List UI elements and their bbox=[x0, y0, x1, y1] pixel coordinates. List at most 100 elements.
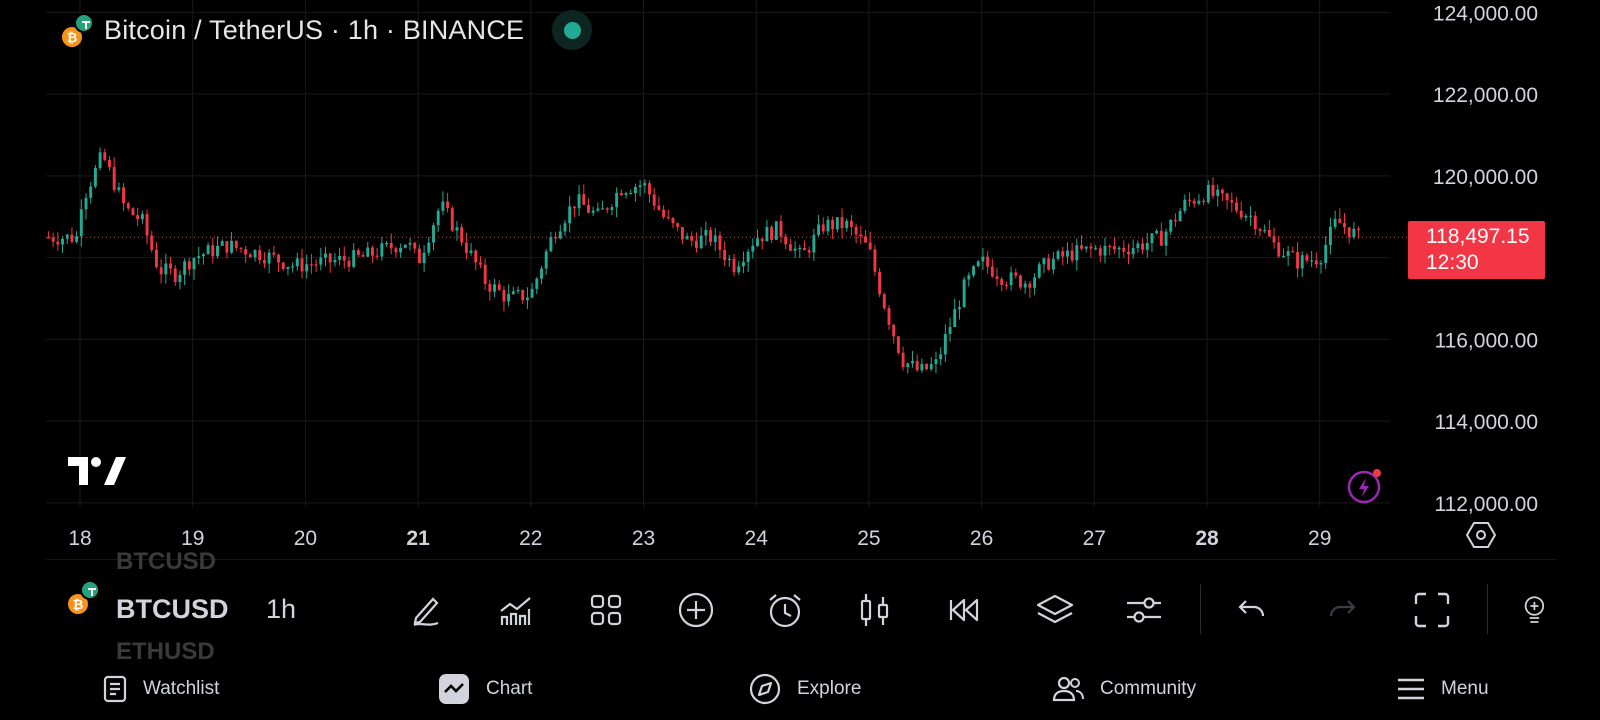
candle-body bbox=[1089, 246, 1093, 249]
candle-body bbox=[183, 261, 187, 275]
chart-settings-icon[interactable] bbox=[1466, 520, 1496, 550]
add-icon[interactable] bbox=[676, 590, 716, 630]
candle-body bbox=[1211, 184, 1215, 196]
candle-body bbox=[643, 183, 647, 186]
candle-body bbox=[911, 361, 914, 364]
candle-body bbox=[469, 250, 473, 253]
candle-body bbox=[666, 216, 670, 219]
indicators-icon[interactable] bbox=[496, 590, 536, 630]
alert-clock-icon[interactable] bbox=[765, 590, 805, 630]
candle-body bbox=[544, 251, 548, 269]
candle-body bbox=[126, 203, 130, 209]
candle-body bbox=[225, 241, 229, 253]
symbol-current[interactable]: BTCUSD bbox=[116, 594, 229, 625]
settings-sliders-icon[interactable] bbox=[1124, 590, 1164, 630]
nav-community[interactable]: Community bbox=[1052, 657, 1196, 720]
candle-body bbox=[1192, 200, 1196, 204]
candle-body bbox=[380, 243, 384, 257]
candle-body bbox=[403, 244, 407, 248]
pair-icon-small: ₿ bbox=[68, 580, 102, 614]
timeframe-button[interactable]: 1h bbox=[266, 594, 296, 625]
candle-body bbox=[760, 238, 764, 242]
candle-body bbox=[704, 230, 708, 236]
candle-body bbox=[511, 291, 515, 295]
candle-body bbox=[497, 284, 501, 291]
candle-body bbox=[986, 256, 990, 267]
compass-icon bbox=[749, 673, 781, 704]
y-axis-tick-label: 122,000.00 bbox=[1433, 84, 1538, 107]
candle-body bbox=[1145, 242, 1149, 250]
candle-body bbox=[1023, 283, 1027, 288]
candle-body bbox=[1150, 233, 1154, 243]
symbol-prev[interactable]: BTCUSD bbox=[116, 548, 216, 576]
candle-body bbox=[230, 240, 234, 253]
candle-body bbox=[516, 290, 520, 292]
candle-body bbox=[1042, 258, 1046, 265]
candle-body bbox=[1117, 247, 1121, 250]
candle-body bbox=[525, 297, 529, 301]
candle-body bbox=[1028, 283, 1032, 288]
candle-body bbox=[197, 256, 201, 259]
candle-body bbox=[732, 258, 736, 273]
candle-body bbox=[929, 364, 933, 370]
candle-body bbox=[1291, 251, 1295, 253]
layouts-icon[interactable] bbox=[586, 590, 626, 630]
candle-body bbox=[239, 247, 243, 250]
candle-body bbox=[436, 210, 440, 226]
fullscreen-icon[interactable] bbox=[1412, 590, 1452, 630]
layers-icon[interactable] bbox=[1035, 590, 1075, 630]
candle-body bbox=[347, 260, 351, 267]
candle-body bbox=[493, 284, 497, 292]
y-axis-tick-label: 124,000.00 bbox=[1433, 2, 1538, 25]
candle-body bbox=[793, 248, 797, 251]
candle-body bbox=[652, 194, 656, 206]
ideas-icon[interactable] bbox=[1520, 590, 1552, 630]
candle-body bbox=[925, 363, 929, 370]
candle-body bbox=[756, 238, 759, 246]
replay-icon[interactable] bbox=[945, 590, 985, 630]
draw-pencil-icon[interactable] bbox=[406, 590, 446, 630]
candle-body bbox=[859, 234, 863, 237]
x-axis-tick-label: 20 bbox=[294, 527, 317, 550]
candle-body bbox=[882, 294, 886, 309]
candle-body bbox=[61, 238, 64, 245]
candle-body bbox=[131, 208, 135, 216]
candle-body bbox=[676, 223, 680, 227]
candle-body bbox=[1310, 260, 1314, 262]
last-price-label: 118,497.15 12:30 bbox=[1408, 221, 1545, 280]
lightning-alert-icon[interactable] bbox=[1346, 467, 1384, 505]
nav-chart[interactable]: Chart bbox=[438, 657, 532, 720]
candle-body bbox=[211, 245, 215, 257]
nav-explore[interactable]: Explore bbox=[749, 657, 861, 720]
x-axis-tick-label: 21 bbox=[406, 527, 430, 550]
candle-body bbox=[324, 253, 327, 258]
symbol-title[interactable]: Bitcoin / TetherUS · 1h · BINANCE bbox=[104, 15, 524, 46]
candle-body bbox=[1122, 247, 1126, 252]
candle-body bbox=[65, 234, 69, 239]
toolbar-divider bbox=[1487, 584, 1488, 634]
candle-body bbox=[1103, 245, 1107, 256]
candles-icon[interactable] bbox=[855, 590, 895, 630]
x-axis-tick-label: 28 bbox=[1195, 527, 1219, 550]
candle-body bbox=[286, 266, 290, 269]
candle-body bbox=[535, 278, 539, 289]
nav-watchlist[interactable]: Watchlist bbox=[103, 657, 219, 720]
community-icon bbox=[1052, 676, 1084, 701]
candle-body bbox=[314, 264, 318, 266]
candle-body bbox=[868, 242, 872, 250]
candle-body bbox=[51, 237, 55, 242]
tradingview-logo-icon[interactable] bbox=[68, 455, 126, 487]
candle-body bbox=[291, 266, 295, 268]
candle-body bbox=[1253, 215, 1257, 230]
candle-body bbox=[1216, 189, 1220, 196]
candle-body bbox=[741, 261, 745, 267]
undo-icon[interactable] bbox=[1232, 590, 1272, 630]
candle-body bbox=[234, 240, 238, 248]
candle-body bbox=[178, 274, 182, 282]
candle-body bbox=[154, 249, 158, 268]
nav-menu[interactable]: Menu bbox=[1397, 657, 1489, 720]
candle-body bbox=[943, 333, 947, 355]
candle-body bbox=[262, 260, 266, 264]
candle-body bbox=[1319, 262, 1323, 265]
nav-menu-label: Menu bbox=[1441, 677, 1489, 699]
